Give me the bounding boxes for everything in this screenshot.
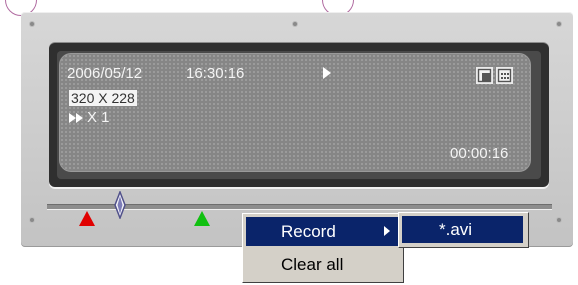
submenu-item-avi[interactable]: *.avi bbox=[402, 216, 523, 243]
resolution-badge: 320 X 228 bbox=[69, 90, 137, 106]
fast-forward-icon bbox=[69, 112, 85, 124]
submenu-item-avi-label: *.avi bbox=[439, 220, 473, 239]
play-icon[interactable] bbox=[323, 67, 331, 79]
submenu-arrow-icon bbox=[384, 226, 390, 236]
menu-item-record[interactable]: Record bbox=[246, 217, 399, 246]
screw-icon bbox=[293, 22, 297, 26]
resize-icon[interactable] bbox=[476, 67, 493, 84]
record-submenu: *.avi bbox=[398, 212, 529, 248]
speed-indicator: X 1 bbox=[69, 110, 110, 126]
time-text: 16:30:16 bbox=[186, 65, 245, 82]
screw-icon bbox=[30, 218, 34, 222]
menu-item-record-label: Record bbox=[281, 222, 336, 241]
grid-icon[interactable] bbox=[496, 67, 513, 84]
menu-item-clear-all[interactable]: Clear all bbox=[246, 250, 399, 279]
screw-icon bbox=[557, 22, 561, 26]
speed-text: X 1 bbox=[87, 109, 110, 126]
elapsed-time: 00:00:16 bbox=[450, 145, 509, 162]
start-marker-icon[interactable] bbox=[79, 211, 95, 226]
status-display: 2006/05/12 16:30:16 320 X 228 X 1 00:00:… bbox=[59, 53, 531, 172]
menu-item-clear-all-label: Clear all bbox=[281, 255, 344, 274]
screw-icon bbox=[557, 218, 561, 222]
display-bezel: 2006/05/12 16:30:16 320 X 228 X 1 00:00:… bbox=[49, 43, 549, 187]
screw-icon bbox=[30, 22, 34, 26]
end-marker-icon[interactable] bbox=[194, 211, 210, 226]
date-text: 2006/05/12 bbox=[67, 65, 143, 82]
context-menu: Record Clear all bbox=[242, 213, 404, 283]
timeline-thumb[interactable] bbox=[114, 191, 126, 219]
